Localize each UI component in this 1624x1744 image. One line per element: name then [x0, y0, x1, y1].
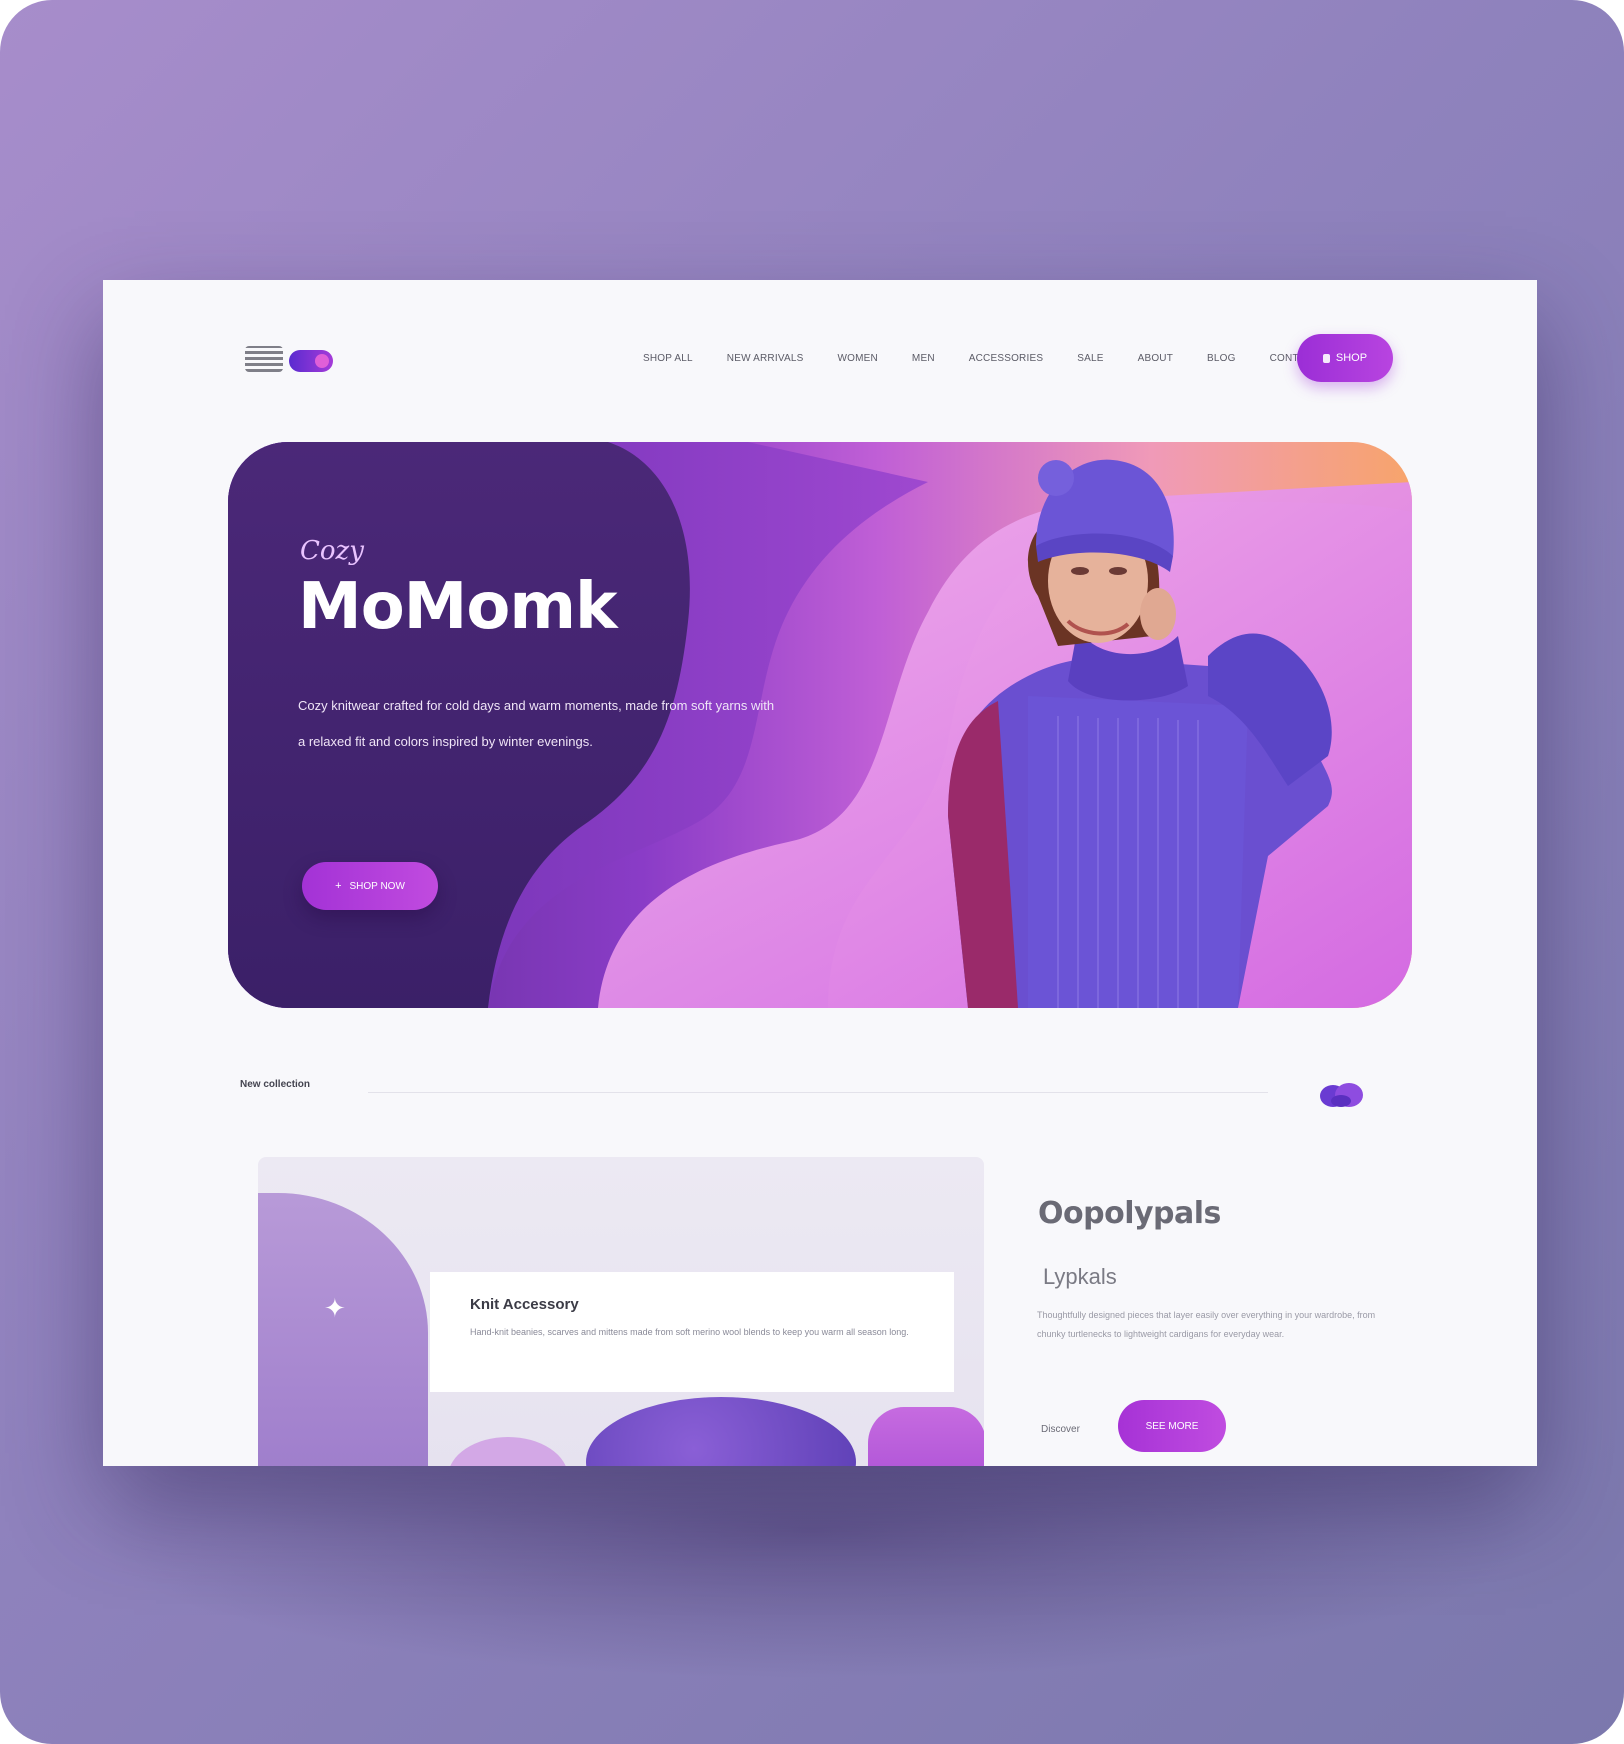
see-more-button[interactable]: SEE MORE [1118, 1400, 1226, 1452]
plus-icon: + [335, 880, 342, 892]
feature-card[interactable]: ✦ Knit Accessory Hand-knit beanies, scar… [258, 1157, 984, 1466]
main-navigation: SHOP ALL NEW ARRIVALS WOMEN MEN ACCESSOR… [643, 346, 1353, 370]
feature-blob-shape [258, 1193, 428, 1466]
info-text: Thoughtfully designed pieces that layer … [1037, 1310, 1376, 1339]
nav-item-shop-all[interactable]: SHOP ALL [643, 353, 693, 364]
nav-item-blog[interactable]: BLOG [1207, 353, 1236, 364]
hero-shop-now-button[interactable]: + SHOP NOW [302, 862, 438, 910]
hero-title: MoMomk [298, 570, 618, 644]
magenta-yarn-shape [868, 1407, 984, 1466]
nav-item-accessories[interactable]: ACCESSORIES [969, 353, 1043, 364]
model-image [948, 459, 1332, 1008]
hero-description: Cozy knitwear crafted for cold days and … [298, 698, 775, 749]
website-page: SHOP ALL NEW ARRIVALS WOMEN MEN ACCESSOR… [103, 280, 1537, 1466]
yarn-icon[interactable] [1315, 1081, 1369, 1109]
bag-icon [1322, 353, 1330, 363]
section-divider [368, 1092, 1268, 1093]
brand-logo[interactable] [245, 340, 341, 376]
purple-beanie-image [586, 1397, 856, 1466]
hero-banner: Cozy MoMomk Cozy knitwear crafted for co… [228, 442, 1412, 1008]
nav-shop-button[interactable]: SHOP [1297, 334, 1393, 382]
hero-cta-label: SHOP NOW [349, 880, 405, 892]
discover-link[interactable]: Discover [1041, 1424, 1080, 1435]
nav-item-women[interactable]: WOMEN [837, 353, 877, 364]
feature-title: Knit Accessory [470, 1296, 579, 1313]
sparkle-icon: ✦ [324, 1293, 346, 1323]
info-title: Oopolypals [1038, 1196, 1221, 1231]
nav-item-sale[interactable]: SALE [1077, 353, 1103, 364]
logo-text-mark [245, 346, 283, 372]
info-subtitle: Lypkals [1043, 1264, 1117, 1289]
pink-yarn-shape [448, 1437, 568, 1466]
nav-item-new-arrivals[interactable]: NEW ARRIVALS [727, 353, 804, 364]
nav-shop-button-label: SHOP [1335, 352, 1368, 364]
nav-item-about[interactable]: ABOUT [1138, 353, 1173, 364]
nav-item-men[interactable]: MEN [912, 353, 935, 364]
feature-text-box: Knit Accessory Hand-knit beanies, scarve… [430, 1272, 954, 1392]
feature-text: Hand-knit beanies, scarves and mittens m… [470, 1327, 909, 1337]
section-label: New collection [240, 1079, 311, 1090]
logo-icon [289, 350, 333, 372]
hero-kicker: Cozy [300, 536, 364, 566]
